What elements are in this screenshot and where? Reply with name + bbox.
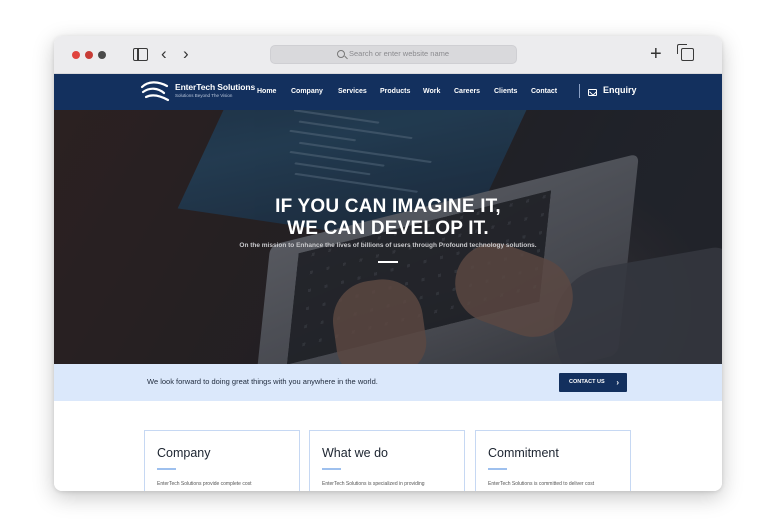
browser-window: ‹ › Search or enter website name + Enter… xyxy=(54,36,722,491)
hero-section: IF YOU CAN IMAGINE IT, WE CAN DEVELOP IT… xyxy=(54,110,722,364)
banner-text: We look forward to doing great things wi… xyxy=(147,377,378,386)
nav-company[interactable]: Company xyxy=(291,88,323,95)
screenshot-stage: ‹ › Search or enter website name + Enter… xyxy=(0,0,768,525)
nav-divider xyxy=(579,84,580,98)
site-header: EnterTech Solutions Solutions Beyond The… xyxy=(54,74,722,110)
new-tab-button[interactable]: + xyxy=(650,44,662,64)
mail-icon[interactable] xyxy=(588,89,597,96)
contact-us-button[interactable]: CONTACT US › xyxy=(559,373,627,392)
nav-careers[interactable]: Careers xyxy=(454,88,480,95)
nav-contact[interactable]: Contact xyxy=(531,88,557,95)
cta-banner: We look forward to doing great things wi… xyxy=(54,364,722,401)
nav-clients[interactable]: Clients xyxy=(494,88,517,95)
address-placeholder: Search or enter website name xyxy=(349,49,450,58)
zoom-window-button[interactable] xyxy=(98,51,106,59)
sidebar-toggle-icon[interactable] xyxy=(133,48,148,61)
card-divider xyxy=(322,468,341,470)
card-title: What we do xyxy=(322,446,389,460)
card-title: Commitment xyxy=(488,446,559,460)
close-window-button[interactable] xyxy=(72,51,80,59)
hero-title-line-2: WE CAN DEVELOP IT. xyxy=(287,218,489,239)
card-title: Company xyxy=(157,446,211,460)
enquiry-link[interactable]: Enquiry xyxy=(603,85,637,95)
search-icon xyxy=(337,50,345,58)
hero-subtitle: On the mission to Enhance the lives of b… xyxy=(239,242,537,249)
minimize-window-button[interactable] xyxy=(85,51,93,59)
hero-divider xyxy=(378,261,398,263)
card-text: EnterTech Solutions is specialized in pr… xyxy=(322,481,425,487)
card-text: EnterTech Solutions is committed to deli… xyxy=(488,481,595,487)
browser-toolbar: ‹ › Search or enter website name + xyxy=(54,36,722,74)
commitment-card[interactable]: Commitment EnterTech Solutions is commit… xyxy=(475,430,631,491)
card-text: EnterTech Solutions provide complete cos… xyxy=(157,481,252,487)
nav-home[interactable]: Home xyxy=(257,88,276,95)
address-bar[interactable]: Search or enter website name xyxy=(270,45,517,64)
nav-services[interactable]: Services xyxy=(338,88,367,95)
logo-icon[interactable] xyxy=(140,80,170,102)
back-button[interactable]: ‹ xyxy=(161,45,167,63)
nav-work[interactable]: Work xyxy=(423,88,440,95)
what-we-do-card[interactable]: What we do EnterTech Solutions is specia… xyxy=(309,430,465,491)
card-divider xyxy=(157,468,176,470)
logo-title[interactable]: EnterTech Solutions xyxy=(175,82,255,92)
info-cards-section: Company EnterTech Solutions provide comp… xyxy=(54,401,722,491)
company-card[interactable]: Company EnterTech Solutions provide comp… xyxy=(144,430,300,491)
hero-title-line-1: IF YOU CAN IMAGINE IT, xyxy=(275,196,501,217)
tab-overview-icon[interactable] xyxy=(677,44,694,61)
forward-button[interactable]: › xyxy=(183,45,189,63)
contact-us-label: CONTACT US xyxy=(569,379,605,385)
chevron-right-icon: › xyxy=(616,378,619,387)
nav-products[interactable]: Products xyxy=(380,88,410,95)
logo-tagline: Solutions Beyond The Vision xyxy=(175,93,233,98)
card-divider xyxy=(488,468,507,470)
